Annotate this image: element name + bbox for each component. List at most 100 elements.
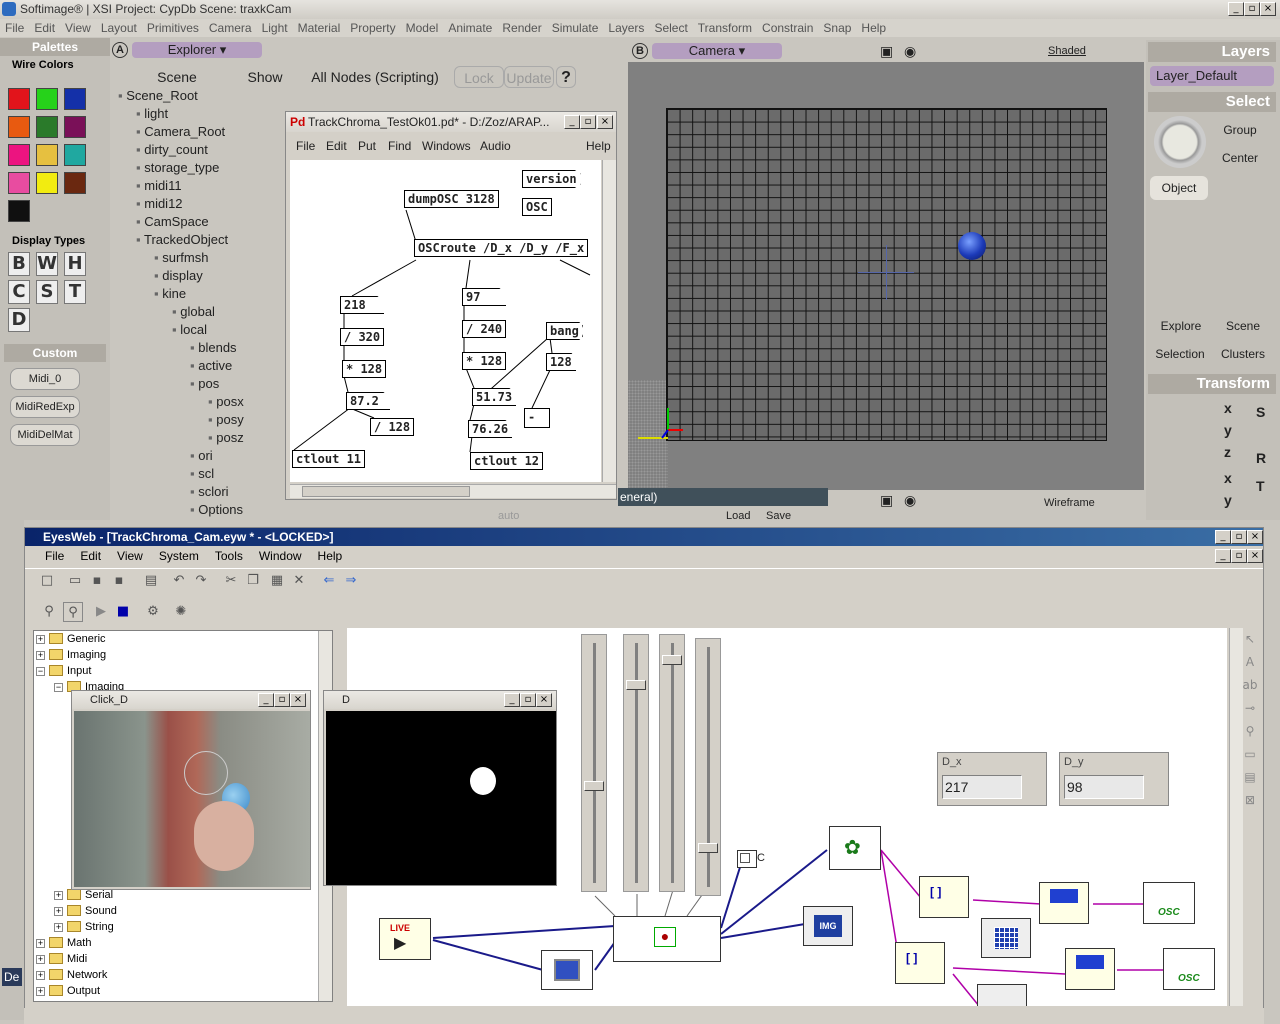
cut-icon[interactable]: ✂ — [221, 571, 241, 591]
tree-node[interactable]: ▪ active — [190, 358, 232, 373]
wire-color-swatch[interactable] — [64, 88, 86, 110]
d-close-button[interactable]: × — [536, 693, 552, 707]
si-menu-layout[interactable]: Layout — [101, 21, 137, 35]
pd-menu-file[interactable]: File — [296, 136, 315, 156]
pd-div128-obj[interactable]: / 128 — [370, 418, 415, 436]
tree-node[interactable]: ▪ midi12 — [136, 196, 183, 211]
si-close-button[interactable]: × — [1260, 2, 1276, 16]
si-menu-simulate[interactable]: Simulate — [552, 21, 599, 35]
explorer-help-button[interactable]: ? — [556, 66, 576, 88]
tree-node[interactable]: ▪ scl — [190, 466, 214, 481]
si-menu-material[interactable]: Material — [298, 21, 341, 35]
pd-menu-edit[interactable]: Edit — [326, 136, 347, 156]
tree-node[interactable]: ▪ dirty_count — [136, 142, 208, 157]
explorer-all-nodes-dropdown[interactable]: All Nodes (Scripting) — [300, 66, 450, 88]
chroma-tracker-block[interactable]: ● — [613, 916, 721, 962]
tree-node[interactable]: ▪ global — [172, 304, 215, 319]
save-all-icon[interactable]: ▪ — [109, 571, 129, 591]
pd-div240-obj[interactable]: / 240 — [462, 320, 507, 338]
ew-menu-view[interactable]: View — [117, 549, 143, 563]
pd-patch-canvas[interactable]: version OSC dumpOSC 3128 OSCroute /D_x /… — [290, 160, 601, 482]
open-icon[interactable]: ▭ — [65, 571, 85, 591]
si-menu-light[interactable]: Light — [262, 21, 288, 35]
camera2-eye-icon[interactable]: ◉ — [904, 492, 916, 509]
pd-oscroute-obj[interactable]: OSCroute /D_x /D_y /F_x — [414, 239, 589, 257]
checkbox[interactable] — [740, 853, 750, 863]
pd-dumposc-obj[interactable]: dumpOSC 3128 — [404, 190, 499, 208]
display-type-c[interactable]: C — [8, 280, 30, 304]
si-menu-view[interactable]: View — [65, 21, 91, 35]
wire-color-swatch[interactable] — [36, 116, 58, 138]
load-button[interactable]: Load — [726, 510, 750, 522]
blob-block[interactable]: ✿ — [829, 826, 881, 870]
display-type-h[interactable]: H — [64, 252, 86, 276]
si-menu-constrain[interactable]: Constrain — [762, 21, 813, 35]
scale-icon[interactable]: S — [1256, 404, 1265, 420]
explore-button[interactable]: Explore — [1150, 314, 1212, 338]
slider-knob[interactable] — [584, 781, 604, 791]
pd-ctlout11-obj[interactable]: ctlout 11 — [292, 450, 366, 468]
label-tool-icon[interactable]: ab — [1237, 674, 1263, 697]
clusters-button[interactable]: Clusters — [1212, 342, 1274, 366]
si-menu-animate[interactable]: Animate — [448, 21, 492, 35]
new-icon[interactable]: □ — [37, 571, 57, 591]
tree-output[interactable]: + Output — [36, 985, 100, 997]
ew-menu-file[interactable]: File — [45, 549, 64, 563]
ew-menu-system[interactable]: System — [159, 549, 199, 563]
slider-knob[interactable] — [626, 679, 646, 690]
pd-num-128[interactable]: 128 — [546, 353, 576, 371]
design-mode-icon[interactable]: ⚲ — [39, 602, 59, 622]
d-maximize-button[interactable]: ▫ — [520, 693, 536, 707]
undo-icon[interactable]: ↶ — [169, 571, 189, 591]
pd-minus-obj[interactable]: - — [524, 408, 550, 428]
tree-node[interactable]: ▪ Camera_Root — [136, 124, 225, 139]
converter-x-block[interactable] — [1039, 882, 1089, 924]
ew-menu-help[interactable]: Help — [318, 549, 343, 563]
pd-maximize-button[interactable]: ▫ — [580, 115, 596, 129]
si-maximize-button[interactable]: ▫ — [1244, 2, 1260, 16]
pd-vertical-scrollbar[interactable] — [602, 160, 616, 482]
axis-y2-label[interactable]: y — [1224, 492, 1232, 508]
camera-wireframe-mode[interactable]: Wireframe — [1044, 497, 1095, 509]
link-tool-icon[interactable]: ⊸ — [1237, 697, 1263, 720]
wire-color-swatch[interactable] — [8, 116, 30, 138]
display-type-w[interactable]: W — [36, 252, 58, 276]
si-menu-help[interactable]: Help — [861, 21, 886, 35]
tree-node[interactable]: ▪ CamSpace — [136, 214, 209, 229]
tree-node[interactable]: ▪ storage_type — [136, 160, 219, 175]
pd-minimize-button[interactable]: _ — [564, 115, 580, 129]
axis-x-label[interactable]: x — [1224, 400, 1232, 416]
table2-block[interactable] — [977, 984, 1027, 1006]
tree-node[interactable]: ▪ TrackedObject — [136, 232, 228, 247]
ew-menu-tools[interactable]: Tools — [215, 549, 243, 563]
layer-dropdown[interactable]: Layer_Default — [1150, 66, 1274, 86]
translate-icon[interactable]: T — [1256, 478, 1265, 494]
tree-node[interactable]: ▪ Options — [190, 502, 243, 517]
camera-eye-icon[interactable]: ◉ — [904, 43, 916, 60]
display-type-b[interactable]: B — [8, 252, 30, 276]
tree-node[interactable]: ▪ posz — [208, 430, 244, 445]
forward-icon[interactable]: ⇒ — [341, 571, 361, 591]
pd-menu-put[interactable]: Put — [358, 136, 376, 156]
pd-num-218[interactable]: 218 — [340, 296, 384, 314]
redo-icon[interactable]: ↷ — [191, 571, 211, 591]
tree-network[interactable]: + Network — [36, 969, 107, 981]
tree-node[interactable]: ▪ light — [136, 106, 168, 121]
display-type-d[interactable]: D — [8, 308, 30, 332]
axis-y-label[interactable]: y — [1224, 422, 1232, 438]
ew-doc-close-button[interactable]: × — [1247, 549, 1263, 563]
table-tool-icon[interactable]: ▤ — [1237, 766, 1263, 789]
pd-bang-msg[interactable]: bang — [546, 322, 583, 340]
tree-node[interactable]: ▪ blends — [190, 340, 237, 355]
pd-horizontal-scrollbar[interactable] — [290, 484, 616, 498]
extract-y-block[interactable]: [ ] — [895, 942, 945, 984]
tree-node[interactable]: ▪ pos — [190, 376, 219, 391]
pd-mul128-obj[interactable]: * 128 — [342, 360, 387, 378]
wire-color-swatch[interactable] — [64, 116, 86, 138]
si-menu-transform[interactable]: Transform — [698, 21, 752, 35]
ew-minimize-button[interactable]: _ — [1215, 530, 1231, 544]
custom-midi0-button[interactable]: Midi_0 — [10, 368, 80, 390]
pd-menu-find[interactable]: Find — [388, 136, 411, 156]
si-menu-edit[interactable]: Edit — [34, 21, 55, 35]
pd-menu-help[interactable]: Help — [586, 136, 611, 156]
